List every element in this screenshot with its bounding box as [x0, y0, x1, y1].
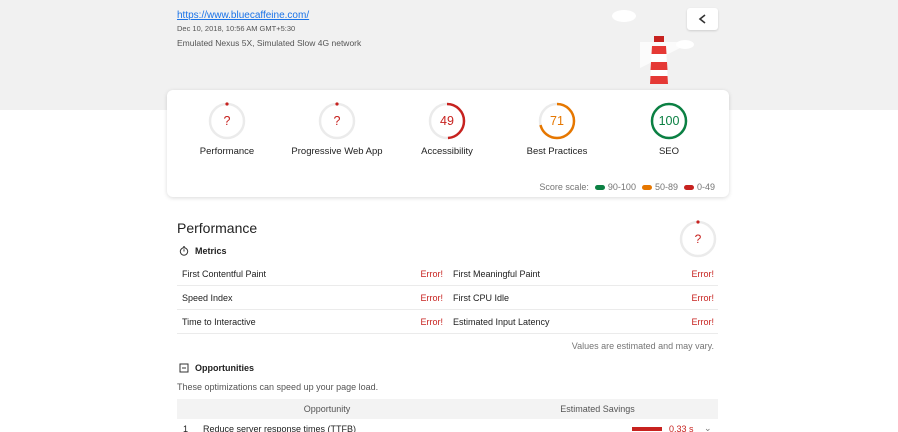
opportunity-saving: 0.33 s [669, 424, 694, 432]
score-value: 100 [658, 114, 680, 128]
metric-row: First Contentful Paint Error! First Meani… [177, 262, 718, 286]
page-url-link[interactable]: https://www.bluecaffeine.com/ [177, 10, 309, 21]
metric-row: Time to Interactive Error! Estimated Inpu… [177, 310, 718, 334]
metrics-title: Metrics [195, 246, 227, 256]
expand-chevron-icon[interactable]: ⌄ [704, 423, 712, 432]
share-button[interactable] [687, 8, 718, 30]
metrics-table: First Contentful Paint Error! First Meani… [177, 262, 718, 334]
opportunity-row[interactable]: 1 Reduce server response times (TTFB) 0.… [177, 423, 718, 432]
savings-bar [632, 427, 662, 431]
opportunities-table-header: Opportunity Estimated Savings [177, 399, 718, 419]
metric-value: Error! [691, 316, 715, 327]
share-icon [698, 14, 705, 24]
estimate-note: Values are estimated and may vary. [571, 341, 714, 351]
score-label: SEO [658, 146, 680, 157]
score-label: Performance [199, 146, 255, 157]
cloud-decoration [612, 10, 636, 22]
metrics-header: Metrics [179, 246, 227, 256]
category-scores-card: ? Performance ? Progressive Web App 49 A… [167, 90, 729, 197]
score-gauge-seo[interactable]: 100 SEO [619, 102, 719, 157]
performance-gauge: ? [678, 219, 718, 264]
metric-value: Error! [420, 292, 444, 303]
score-scale-label: Score scale: [539, 182, 589, 192]
opportunities-title: Opportunities [195, 363, 254, 373]
performance-gauge-value: ? [695, 232, 702, 246]
opportunity-name: Reduce server response times (TTFB) [203, 424, 357, 432]
opportunities-header: Opportunities [179, 363, 254, 373]
report-date: Dec 10, 2018, 10:56 AM GMT+5:30 [177, 24, 296, 33]
score-value: ? [333, 114, 341, 128]
metric-name: First CPU Idle [453, 292, 510, 303]
column-header-savings: Estimated Savings [560, 404, 635, 414]
metric-name: First Contentful Paint [182, 268, 267, 279]
metric-row: Speed Index Error! First CPU Idle Error! [177, 286, 718, 310]
score-gauge-accessibility[interactable]: 49 Accessibility [397, 102, 497, 157]
opportunities-description: These optimizations can speed up your pa… [177, 382, 379, 392]
environment-info: Emulated Nexus 5X, Simulated Slow 4G net… [177, 38, 362, 48]
opportunity-number: 1 [183, 424, 189, 432]
score-label: Progressive Web App [291, 146, 383, 157]
score-gauge-performance[interactable]: ? Performance [177, 102, 277, 157]
scale-item-poor: 0-49 [683, 182, 715, 192]
scale-item-good: 90-100 [594, 182, 636, 192]
metric-name: First Meaningful Paint [453, 268, 541, 279]
score-gauge-best-practices[interactable]: 71 Best Practices [507, 102, 607, 157]
scale-item-average: 50-89 [641, 182, 678, 192]
metric-name: Estimated Input Latency [453, 316, 550, 327]
metric-value: Error! [691, 268, 715, 279]
metric-value: Error! [691, 292, 715, 303]
score-label: Accessibility [421, 146, 473, 157]
opportunity-icon [179, 363, 189, 373]
score-value: 49 [440, 114, 454, 128]
column-header-opportunity: Opportunity [303, 404, 351, 414]
stopwatch-icon [179, 246, 189, 256]
score-value: ? [223, 114, 231, 128]
score-label: Best Practices [526, 146, 588, 157]
score-scale: Score scale: 90-100 50-89 0-49 [539, 182, 715, 192]
metric-name: Time to Interactive [182, 316, 256, 327]
metric-value: Error! [420, 316, 444, 327]
score-value: 71 [550, 114, 564, 128]
metric-name: Speed Index [182, 292, 233, 303]
metric-value: Error! [420, 268, 444, 279]
score-gauge-progressive-web-app[interactable]: ? Progressive Web App [287, 102, 387, 157]
performance-title: Performance [177, 220, 258, 236]
